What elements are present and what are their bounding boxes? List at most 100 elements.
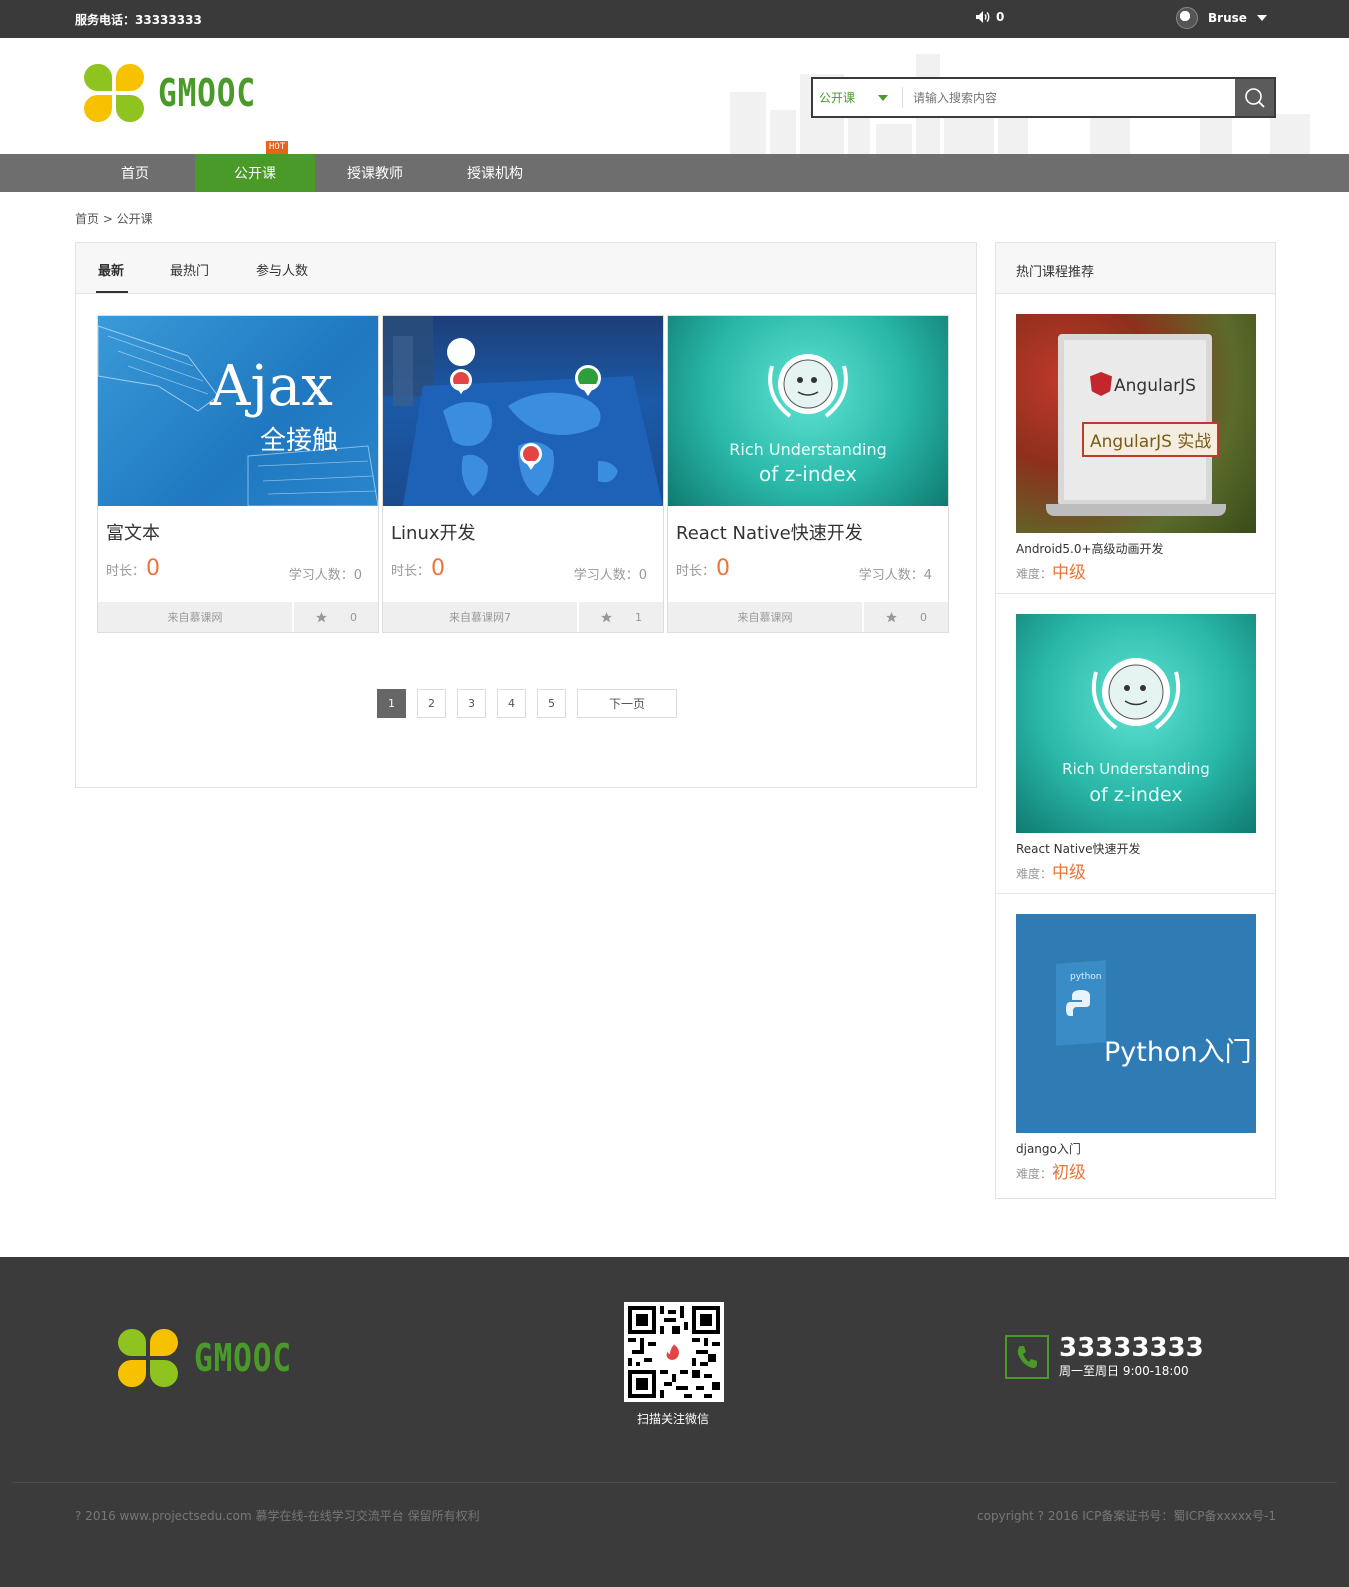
recommended-course-level: 难度： 中级: [1016, 563, 1087, 583]
recommended-course[interactable]: python Python入门 django入门 难度： 初级: [996, 894, 1275, 1194]
world-map-graphic: [383, 316, 663, 506]
course-duration: 时长： 0: [676, 556, 731, 581]
course-image[interactable]: Rich Understanding of z-index: [668, 316, 948, 506]
logo-text: GMOOC: [158, 71, 256, 115]
course-image-title: Rich Understanding: [729, 440, 887, 459]
course-duration: 时长： 0: [106, 556, 161, 581]
active-tab-indicator: [96, 291, 128, 293]
page-button-3[interactable]: 3: [457, 689, 486, 718]
clover-logo-icon: [84, 64, 144, 122]
course-card[interactable]: Ajax 全接触 富文本 时长： 0 学习人数：0 来自慕课网 0: [97, 315, 379, 633]
next-page-button[interactable]: 下一页: [577, 689, 677, 718]
python-logo-icon: [1066, 990, 1090, 1016]
star-icon: [886, 611, 897, 622]
favorite-count: 1: [635, 610, 642, 624]
search-bar: 公开课: [811, 77, 1276, 118]
course-org[interactable]: 来自慕课网: [98, 602, 294, 632]
message-count: 0: [996, 10, 1005, 24]
wechat-qr-code: [624, 1302, 724, 1402]
course-card[interactable]: Linux开发 时长： 0 学习人数：0 来自慕课网7 1: [382, 315, 664, 633]
course-image-title: Ajax: [210, 354, 333, 419]
favorite-button[interactable]: 1: [579, 602, 663, 632]
footer-contact: 33333333 周一至周日 9:00-18:00: [1005, 1334, 1204, 1379]
recommended-course-image-subtitle: AngularJS 实战: [1082, 422, 1220, 457]
search-input[interactable]: [903, 79, 1235, 116]
footer: GMOOC 扫描关注微信 33333333 周一至周日 9:00-18:00 ?…: [0, 1257, 1349, 1587]
search-icon: [1244, 87, 1265, 108]
recommended-course-image[interactable]: Rich Understanding of z-index: [1016, 614, 1256, 833]
phone-icon: [1005, 1334, 1049, 1379]
python-small-label: python: [1070, 972, 1102, 982]
username: Bruse: [1208, 11, 1247, 25]
course-learners: 学习人数：0: [573, 568, 647, 583]
recommended-course-image-title: AngularJS: [1114, 376, 1196, 396]
recommended-course-image[interactable]: python Python入门: [1016, 914, 1256, 1133]
chevron-down-icon: [1256, 15, 1267, 21]
nav-item-home[interactable]: 首页: [75, 154, 195, 192]
tab-hottest[interactable]: 最热门: [170, 260, 209, 279]
user-menu[interactable]: Bruse: [1176, 7, 1267, 29]
favorite-button[interactable]: 0: [294, 602, 378, 632]
course-list-panel: 最新 最热门 参与人数 Ajax 全接触 富文本 时长： 0 学习人数：0 来自慕…: [75, 242, 977, 788]
favorite-count: 0: [920, 610, 927, 624]
search-type-select[interactable]: 公开课: [813, 87, 903, 108]
page-button-1[interactable]: 1: [377, 689, 406, 718]
course-card[interactable]: Rich Understanding of z-index React Nati…: [667, 315, 949, 633]
footer-logo[interactable]: GMOOC: [118, 1329, 313, 1387]
hot-courses-sidebar: 热门课程推荐 AngularJS AngularJS 实战 Android5.0…: [995, 242, 1276, 1199]
message-notification[interactable]: 0: [975, 10, 1004, 24]
recommended-course-image[interactable]: AngularJS AngularJS 实战: [1016, 314, 1256, 533]
course-image[interactable]: Ajax 全接触: [98, 316, 378, 506]
page-button-4[interactable]: 4: [497, 689, 526, 718]
star-icon: [316, 611, 327, 622]
recommended-course-level: 难度： 初级: [1016, 1163, 1087, 1183]
recommended-course-name[interactable]: React Native快速开发: [1016, 840, 1141, 857]
speaker-icon: [976, 11, 990, 23]
footer-divider: [12, 1482, 1337, 1483]
recommended-course-name[interactable]: Android5.0+高级动画开发: [1016, 540, 1164, 557]
course-org[interactable]: 来自慕课网7: [383, 602, 579, 632]
clover-logo-icon: [118, 1329, 178, 1387]
nav-item-organizations[interactable]: 授课机构: [435, 154, 555, 192]
recommended-course-image-subtitle: of z-index: [1089, 784, 1183, 806]
sort-tabs: 最新 最热门 参与人数: [76, 243, 976, 294]
recommended-course-level: 难度： 中级: [1016, 863, 1087, 883]
page-button-5[interactable]: 5: [537, 689, 566, 718]
tab-participants[interactable]: 参与人数: [256, 260, 308, 279]
recommended-course[interactable]: Rich Understanding of z-index React Nati…: [996, 594, 1275, 894]
header: GMOOC 公开课: [0, 38, 1349, 154]
nav-item-teachers[interactable]: 授课教师: [315, 154, 435, 192]
course-org[interactable]: 来自慕课网: [668, 602, 864, 632]
sidebar-title: 热门课程推荐: [996, 243, 1275, 294]
page-button-2[interactable]: 2: [417, 689, 446, 718]
top-bar: 服务电话：33333333 0 Bruse: [0, 0, 1349, 38]
course-title[interactable]: 富文本: [106, 519, 160, 545]
main-nav: 首页 公开课 授课教师 授课机构: [0, 154, 1349, 192]
star-icon: [601, 611, 612, 622]
tab-latest[interactable]: 最新: [98, 260, 124, 279]
course-footer: 来自慕课网7 1: [383, 602, 663, 632]
recommended-course[interactable]: AngularJS AngularJS 实战 Android5.0+高级动画开发…: [996, 294, 1275, 594]
course-title[interactable]: React Native快速开发: [676, 519, 863, 545]
course-image-subtitle: 全接触: [260, 426, 339, 456]
recommended-course-name[interactable]: django入门: [1016, 1140, 1081, 1157]
site-logo[interactable]: GMOOC: [84, 64, 277, 122]
recommended-course-image-title: Python入门: [1104, 1037, 1252, 1068]
course-title[interactable]: Linux开发: [391, 519, 476, 545]
avatar: [1176, 7, 1198, 29]
nav-item-open-courses[interactable]: 公开课: [195, 154, 315, 192]
course-image[interactable]: [383, 316, 663, 506]
favorite-button[interactable]: 0: [864, 602, 948, 632]
favorite-count: 0: [350, 610, 357, 624]
course-learners: 学习人数：4: [858, 568, 932, 583]
course-image-subtitle: of z-index: [758, 462, 858, 486]
footer-logo-text: GMOOC: [194, 1336, 292, 1380]
course-footer: 来自慕课网 0: [98, 602, 378, 632]
qr-label: 扫描关注微信: [637, 1412, 710, 1426]
search-button[interactable]: [1235, 79, 1274, 116]
pagination: 1 2 3 4 5 下一页: [377, 689, 677, 718]
footer-phone-number: 33333333: [1059, 1333, 1204, 1363]
qr-code-icon: [628, 1306, 720, 1398]
copyright-right: copyright ? 2016 ICP备案证书号：蜀ICP备xxxxx号-1: [977, 1509, 1276, 1523]
recommended-course-image-title: Rich Understanding: [1062, 760, 1210, 778]
